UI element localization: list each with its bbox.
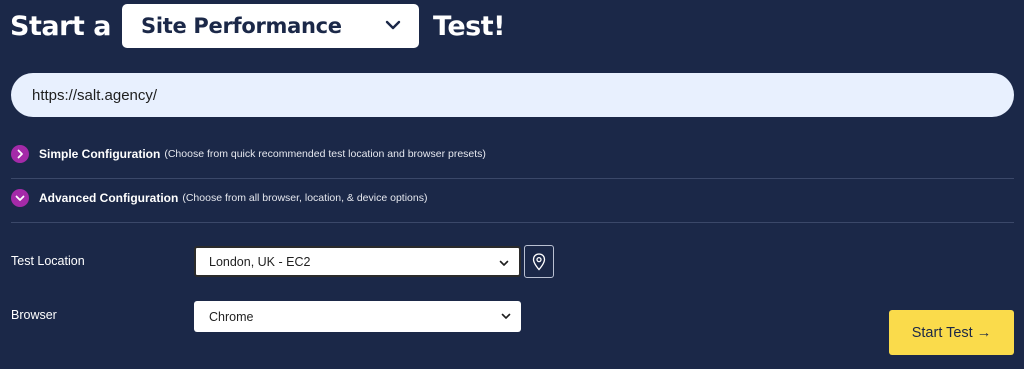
chevron-right-icon — [11, 145, 29, 163]
advanced-configuration-description: (Choose from all browser, location, & de… — [182, 192, 428, 204]
browser-select[interactable]: Chrome — [194, 301, 521, 332]
test-type-value: Site Performance — [141, 14, 342, 38]
chevron-down-icon — [11, 189, 29, 207]
page: Start a Site Performance Test! Simple Co… — [0, 0, 1024, 369]
heading-start: Start a — [10, 3, 111, 49]
simple-configuration-toggle[interactable]: Simple Configuration (Choose from quick … — [11, 144, 1014, 164]
chevron-down-icon — [499, 260, 509, 266]
heading-end: Test! — [433, 3, 505, 49]
test-type-select[interactable]: Site Performance — [122, 4, 419, 48]
heading-prefix: Start a — [10, 10, 111, 42]
url-input[interactable] — [11, 73, 1014, 117]
chevron-down-icon — [501, 313, 511, 319]
simple-configuration-description: (Choose from quick recommended test loca… — [164, 148, 486, 160]
heading-suffix: Test! — [433, 10, 505, 42]
start-test-button[interactable]: Start Test → — [889, 310, 1014, 355]
map-pin-icon — [532, 252, 546, 270]
divider — [11, 178, 1014, 179]
divider — [11, 222, 1014, 223]
map-location-button[interactable] — [524, 245, 554, 278]
test-location-label: Test Location — [11, 254, 85, 268]
browser-label: Browser — [11, 308, 57, 322]
advanced-configuration-toggle[interactable]: Advanced Configuration (Choose from all … — [11, 188, 1014, 208]
test-location-value: London, UK - EC2 — [209, 254, 311, 269]
simple-configuration-title: Simple Configuration — [39, 147, 161, 161]
browser-value: Chrome — [209, 309, 254, 324]
test-location-select[interactable]: London, UK - EC2 — [194, 246, 521, 277]
chevron-down-icon — [385, 20, 401, 30]
advanced-configuration-title: Advanced Configuration — [39, 191, 179, 205]
